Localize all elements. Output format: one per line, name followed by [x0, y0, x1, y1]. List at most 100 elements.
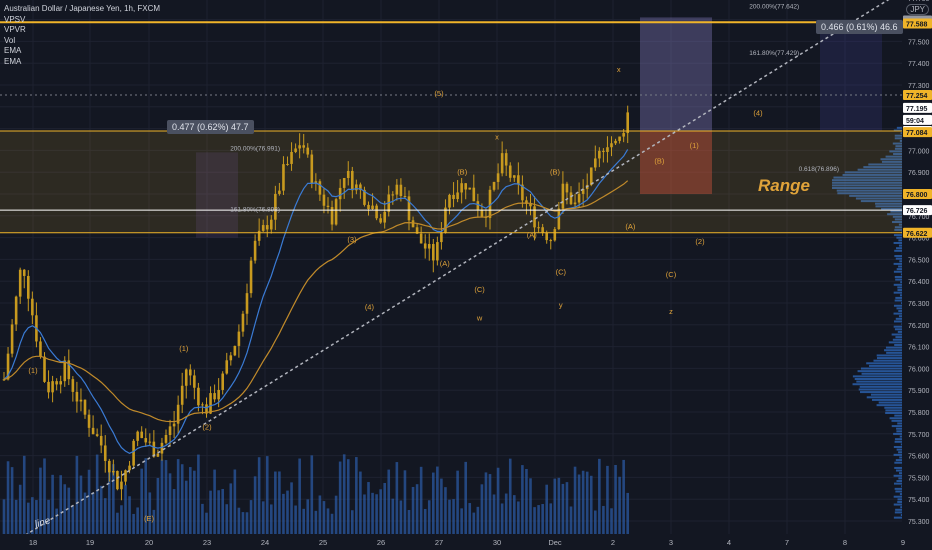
volume-bar	[160, 459, 164, 534]
profile-bar	[899, 435, 902, 438]
y-tick-label: 76.100	[908, 345, 930, 352]
profile-bar	[896, 268, 902, 271]
y-tick-label: 76.500	[908, 257, 930, 264]
candle-body	[602, 150, 605, 152]
profile-bar	[896, 307, 902, 310]
candle-body	[59, 381, 62, 385]
profile-bar	[895, 257, 902, 260]
x-tick-label: 23	[203, 538, 211, 547]
candle-body	[549, 240, 553, 242]
profile-bar	[859, 391, 902, 394]
y-tick-label: 76.900	[908, 170, 930, 177]
volume-bar	[379, 489, 382, 534]
volume-bar	[156, 477, 160, 534]
candle-body	[245, 293, 249, 314]
legend-indicator-ema-2[interactable]: EMA	[4, 57, 160, 68]
wave-label: (1)	[179, 344, 189, 353]
range-label: Range	[758, 176, 810, 195]
candle-body	[298, 145, 301, 149]
price-chart[interactable]: line (1) (E) (1) (2) (3) (4) (5) (B) (A) (C) x w (B)…	[0, 0, 932, 550]
currency-badge[interactable]: JPY	[906, 4, 929, 15]
volume-bar	[136, 507, 139, 534]
profile-bar	[898, 265, 902, 268]
volume-bar	[221, 488, 224, 534]
candle-body	[371, 205, 374, 209]
time-axis-bg	[0, 534, 932, 550]
profile-bar	[894, 438, 902, 441]
profile-bar	[894, 255, 902, 258]
price-badge-label: 77.084	[906, 130, 928, 137]
volume-bar	[391, 498, 395, 534]
candle-body	[120, 481, 123, 490]
volume-bar	[67, 487, 71, 534]
y-tick-label: 76.200	[908, 323, 930, 330]
volume-bar	[164, 460, 168, 534]
profile-bar	[893, 312, 902, 315]
volume-bar	[330, 513, 334, 534]
candle-body	[492, 181, 496, 190]
profile-bar	[897, 289, 902, 292]
profile-bar	[897, 498, 902, 501]
volume-bar	[504, 493, 508, 534]
profile-bar	[893, 270, 902, 273]
volume-bar	[241, 512, 245, 534]
profile-bar	[893, 482, 902, 485]
profile-bar	[893, 495, 902, 498]
legend-indicator-vol[interactable]: Vol	[4, 36, 160, 47]
candle-body	[452, 194, 455, 200]
volume-bar	[557, 477, 561, 534]
y-tick-label: 75.500	[908, 475, 930, 482]
candle-body	[22, 269, 26, 276]
profile-bar	[892, 338, 902, 341]
volume-bar	[525, 468, 528, 534]
profile-bar	[893, 325, 902, 328]
x-tick-label: 26	[377, 538, 385, 547]
profile-bar	[857, 370, 902, 373]
candle-body	[217, 389, 220, 400]
candle-body	[47, 381, 50, 393]
candle-body	[124, 470, 127, 482]
profile-bar	[898, 451, 902, 454]
candle-body	[504, 153, 508, 166]
candle-body	[334, 199, 338, 225]
volume-bar	[448, 499, 451, 534]
legend-indicator-vpsv[interactable]: VPSV	[4, 15, 160, 26]
wave-label: (4)	[753, 109, 763, 118]
candle-body	[407, 196, 411, 221]
profile-bar	[860, 367, 902, 370]
profile-bar	[876, 404, 902, 407]
candle-body	[342, 178, 346, 188]
candle-body	[136, 431, 139, 441]
profile-bar	[889, 417, 902, 420]
volume-bar	[460, 508, 463, 534]
volume-bar	[565, 482, 569, 534]
profile-bar	[896, 427, 902, 430]
volume-bar	[265, 456, 269, 534]
legend-indicator-vpvr[interactable]: VPVR	[4, 25, 160, 36]
profile-bar	[856, 380, 902, 383]
candle-body	[427, 244, 431, 249]
volume-bar	[116, 512, 119, 534]
volume-bar	[302, 508, 305, 534]
candle-body	[201, 404, 204, 406]
profile-bar	[873, 359, 902, 362]
volume-bar	[537, 505, 540, 534]
candle-body	[383, 211, 386, 223]
volume-bar	[614, 465, 617, 534]
profile-bar	[876, 354, 902, 357]
candle-body	[91, 427, 95, 435]
candle-body	[569, 192, 573, 205]
candle-body	[351, 170, 354, 191]
candle-body	[557, 208, 561, 230]
candle-body	[589, 167, 593, 185]
candle-body	[180, 385, 184, 405]
candle-body	[565, 183, 569, 193]
candle-body	[213, 393, 216, 400]
legend-indicator-ema-1[interactable]: EMA	[4, 46, 160, 57]
profile-bar	[885, 409, 902, 412]
volume-bar	[140, 468, 143, 534]
y-tick-label: 76.400	[908, 279, 930, 286]
volume-bar	[594, 510, 597, 534]
candle-body	[626, 112, 629, 134]
candle-body	[508, 165, 512, 178]
